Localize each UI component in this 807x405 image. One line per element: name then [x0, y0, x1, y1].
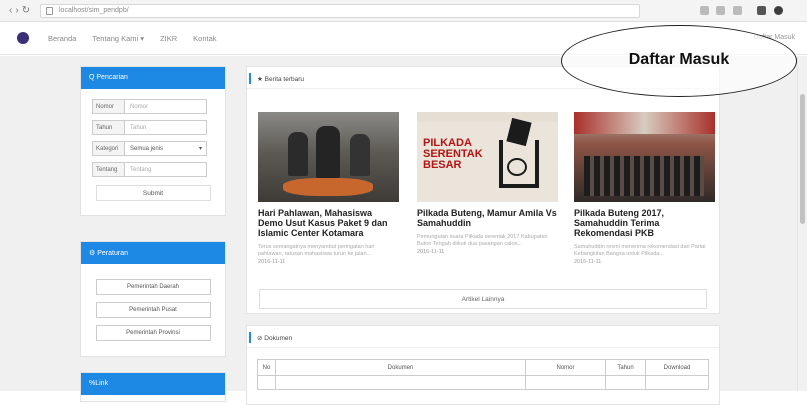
nav-kontak[interactable]: Kontak	[193, 34, 216, 43]
tentang-input[interactable]: Tentang	[125, 162, 207, 177]
page-scrollbar[interactable]	[797, 56, 807, 391]
gear-icon: ⚙	[89, 250, 96, 257]
documents-card-title: ⊘ Dokumen	[247, 326, 719, 348]
link-title-text: Link	[95, 380, 109, 387]
nav-tentang-kami[interactable]: Tentang Kami ▾	[92, 34, 144, 43]
news-headline[interactable]: Hari Pahlawan, Mahasiswa Demo Usut Kasus…	[258, 208, 399, 238]
browser-toolbar: ‹›↻ localhost/sim_pendpb/	[0, 0, 807, 22]
scrollbar-thumb[interactable]	[800, 94, 805, 224]
news-summary: Terus semangatnya menyambut peringatan h…	[258, 244, 375, 257]
field-label: Kategori	[92, 141, 125, 156]
news-date: 2016-11-11	[258, 259, 286, 265]
tahun-input[interactable]: Tahun	[125, 120, 207, 135]
column-no: No	[257, 359, 276, 376]
nav-zikr[interactable]: ZIKR	[160, 34, 177, 43]
browser-nav[interactable]: ‹›↻	[9, 5, 33, 16]
table-row[interactable]	[257, 375, 709, 390]
news-item[interactable]: Hari Pahlawan, Mahasiswa Demo Usut Kasus…	[258, 112, 399, 265]
regulation-title-text: Peraturan	[97, 250, 128, 257]
search-row-kategori: Kategori Semua jenis ▾	[92, 141, 225, 156]
documents-card: ⊘ Dokumen No Dokumen Nomor Tahun Downloa…	[246, 325, 720, 405]
link-panel-title: %Link	[81, 373, 225, 395]
field-label: Tentang	[92, 162, 125, 177]
news-image[interactable]	[258, 112, 399, 202]
search-row-tentang: Tentang Tentang	[92, 162, 225, 177]
documents-icon: ⊘	[257, 335, 263, 342]
table-header-row: No Dokumen Nomor Tahun Download	[257, 359, 709, 376]
column-dokumen: Dokumen	[275, 359, 526, 376]
search-panel: Q Pencarian Nomor Nomor Tahun Tahun Kate…	[80, 66, 226, 216]
news-headline[interactable]: Pilkada Buteng 2017, Samahuddin Terima R…	[574, 208, 715, 238]
column-nomor: Nomor	[525, 359, 606, 376]
menu-icon[interactable]	[774, 6, 783, 15]
regulation-panel-title: ⚙ Peraturan	[81, 242, 225, 264]
news-image[interactable]: PILKADA SERENTAK BESAR	[417, 112, 558, 202]
news-summary: Pemungutan suara Pilkada serentak 2017 K…	[417, 234, 548, 247]
chevron-down-icon: ▾	[198, 146, 202, 152]
submit-button[interactable]: Submit	[95, 185, 211, 201]
extension-icon[interactable]	[733, 6, 742, 15]
site-logo[interactable]	[17, 32, 29, 44]
url-text: localhost/sim_pendpb/	[59, 7, 129, 14]
callout-annotation: Daftar Masuk	[561, 25, 797, 97]
page-info-icon[interactable]	[46, 7, 53, 15]
link-pemerintah-pusat[interactable]: Pemerintah Pusat	[95, 302, 211, 318]
search-row-tahun: Tahun Tahun	[92, 120, 225, 135]
address-bar[interactable]: localhost/sim_pendpb/	[40, 4, 640, 18]
link-panel: %Link	[80, 372, 226, 402]
profile-icon[interactable]	[757, 6, 766, 15]
main-nav: Beranda Tentang Kami ▾ ZIKR Kontak	[48, 34, 217, 43]
documents-title-text: Dokumen	[264, 335, 293, 342]
regulation-panel: ⚙ Peraturan Pemerintah Daerah Pemerintah…	[80, 241, 226, 357]
column-download: Download	[645, 359, 709, 376]
news-summary: Samahuddin resmi menerima rekomendasi da…	[574, 244, 706, 257]
column-tahun: Tahun	[605, 359, 646, 376]
reload-icon[interactable]: ↻	[22, 5, 33, 16]
extension-icon[interactable]	[700, 6, 709, 15]
news-item[interactable]: Pilkada Buteng 2017, Samahuddin Terima R…	[574, 112, 715, 265]
star-icon: ★	[257, 76, 263, 83]
news-date: 2016-11-11	[574, 259, 602, 265]
documents-table: No Dokumen Nomor Tahun Download	[257, 359, 709, 390]
field-label: Tahun	[92, 120, 125, 135]
poster-text: PILKADA SERENTAK BESAR	[423, 137, 483, 171]
field-label: Nomor	[92, 99, 125, 114]
search-panel-title: Q Pencarian	[81, 67, 225, 89]
news-headline[interactable]: Pilkada Buteng, Mamur Amila Vs Samahuddi…	[417, 208, 558, 228]
news-item[interactable]: PILKADA SERENTAK BESAR Pilkada Buteng, Mam…	[417, 112, 558, 255]
page-body: Q Pencarian Nomor Nomor Tahun Tahun Kate…	[0, 56, 807, 405]
more-articles-button[interactable]: Artikel Lainnya	[259, 289, 707, 309]
kategori-value: Semua jenis	[130, 146, 164, 152]
nomor-input[interactable]: Nomor	[125, 99, 207, 114]
news-image[interactable]	[574, 112, 715, 202]
link-pemerintah-daerah[interactable]: Pemerintah Daerah	[95, 279, 211, 295]
extension-icon[interactable]	[716, 6, 725, 15]
search-row-nomor: Nomor Nomor	[92, 99, 225, 114]
link-pemerintah-provinsi[interactable]: Pemerintah Provinsi	[95, 325, 211, 341]
kategori-select[interactable]: Semua jenis ▾	[125, 141, 207, 156]
news-title-text: Berita terbaru	[264, 76, 305, 83]
news-card: ★ Berita terbaru Hari Pahlawan, Mahasisw…	[246, 66, 720, 314]
news-date: 2016-11-11	[417, 249, 445, 255]
nav-beranda[interactable]: Beranda	[48, 34, 76, 43]
